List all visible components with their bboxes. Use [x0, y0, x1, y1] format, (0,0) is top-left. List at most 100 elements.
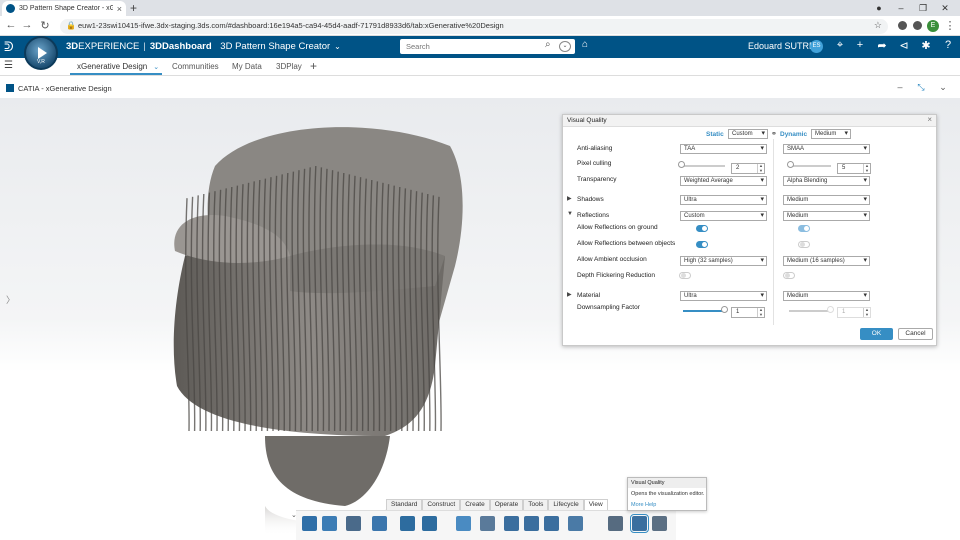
redo-icon[interactable] [422, 516, 437, 531]
section-tab-construct[interactable]: Construct [422, 499, 461, 510]
home-icon[interactable] [302, 516, 317, 531]
dynamic-preset-select[interactable]: Medium [811, 129, 851, 139]
search-input[interactable] [400, 39, 540, 54]
app-title[interactable]: 3D Pattern Shape Creator [220, 41, 330, 52]
fit-all-icon[interactable] [544, 516, 559, 531]
reflections-dynamic-select[interactable]: Medium [783, 211, 870, 221]
spinner-arrows-icon[interactable]: ▲ ▼ [863, 163, 870, 173]
new-tab-button[interactable]: + [130, 0, 137, 16]
3d-view-icon[interactable] [322, 516, 337, 531]
spinner-arrows-icon[interactable]: ▲ ▼ [757, 307, 764, 317]
refresh-icon[interactable] [372, 516, 387, 531]
plus-icon[interactable]: + [852, 39, 868, 51]
3ds-logo-icon[interactable]: ᕲ [4, 39, 14, 55]
transparency-static-select[interactable]: Weighted Average [680, 176, 767, 186]
tab-my-data[interactable]: My Data [232, 62, 262, 71]
reflections-static-select[interactable]: Custom [680, 211, 767, 221]
forward-icon[interactable]: → [20, 19, 34, 31]
close-window-button[interactable]: ✕ [934, 0, 956, 16]
compass-icon[interactable]: V,R [24, 36, 58, 70]
ambient-occlusion-dynamic-select[interactable]: Medium (16 samples) [783, 256, 870, 266]
pixel-culling-static-spinner[interactable]: 2 ▲ ▼ [731, 163, 765, 174]
collab-icon[interactable]: ⊲ [896, 39, 912, 52]
section-tab-view[interactable]: View [583, 499, 608, 510]
visual-quality-icon[interactable] [630, 514, 649, 533]
capture-icon[interactable] [456, 516, 471, 531]
app-dropdown-icon[interactable]: ⌄ [334, 42, 341, 51]
tools-icon[interactable]: ✱ [918, 39, 934, 52]
help-icon[interactable]: ? [940, 39, 956, 51]
depth-flickering-static-toggle[interactable] [679, 272, 691, 279]
url-bar[interactable]: 🔒 euw1-23swi10415-ifwe.3dx-staging.3ds.c… [60, 19, 888, 34]
add-tab-button[interactable]: + [310, 59, 317, 73]
material-dynamic-select[interactable]: Medium [783, 291, 870, 301]
pixel-culling-static-thumb[interactable] [678, 161, 685, 168]
render-icon[interactable] [608, 516, 623, 531]
url-text[interactable]: euw1-23swi10415-ifwe.3dx-staging.3ds.com… [78, 21, 504, 30]
section-tab-standard[interactable]: Standard [386, 499, 423, 510]
reload-icon[interactable]: ↻ [38, 19, 52, 32]
pan-icon[interactable] [524, 516, 539, 531]
bell-icon[interactable]: ⌖ [832, 39, 848, 52]
static-preset-select[interactable]: Custom [728, 129, 768, 139]
cancel-button[interactable]: Cancel [898, 328, 933, 340]
ok-button[interactable]: OK [860, 328, 893, 340]
extension-icon[interactable] [898, 21, 907, 30]
tab-close-icon[interactable]: × [117, 4, 122, 14]
material-expand-icon[interactable]: ▶ [567, 291, 572, 298]
section-tab-lifecycle[interactable]: Lifecycle [548, 499, 584, 510]
dashboard-menu-icon[interactable]: ☰ [4, 60, 13, 71]
chair-model[interactable] [115, 106, 475, 536]
downsampling-static-spinner[interactable]: 1 ▲ ▼ [731, 307, 765, 318]
view-mode-icon[interactable] [568, 516, 583, 531]
tab-xgenerative-design[interactable]: xGenerative Design ⌄ [77, 62, 159, 71]
transparency-dynamic-select[interactable]: Alpha Blending [783, 176, 870, 186]
reflections-collapse-icon[interactable]: ▼ [567, 211, 573, 217]
pixel-culling-dynamic-slider[interactable] [789, 165, 831, 167]
side-panel-toggle-icon[interactable]: 〉 [6, 293, 15, 306]
pixel-culling-dynamic-spinner[interactable]: 5 ▲ ▼ [837, 163, 871, 174]
reflections-objects-static-toggle[interactable] [696, 241, 708, 248]
material-static-select[interactable]: Ultra [680, 291, 767, 301]
minimize-button[interactable]: – [890, 0, 912, 16]
section-tab-create[interactable]: Create [460, 499, 490, 510]
search-options-icon[interactable]: ⌄ [559, 41, 571, 52]
tab-options-icon[interactable]: ⌄ [153, 64, 159, 71]
ambient-occlusion-static-select[interactable]: High (32 samples) [680, 256, 767, 266]
shadows-expand-icon[interactable]: ▶ [567, 195, 572, 202]
depth-flickering-dynamic-toggle[interactable] [783, 272, 795, 279]
minimize-widget-icon[interactable]: – [893, 82, 907, 92]
bookmark-star-icon[interactable]: ☆ [874, 20, 882, 31]
browser-menu-icon[interactable]: ⋮ [943, 19, 957, 32]
search-field[interactable]: ⌕ ⌄ [400, 39, 575, 54]
shadows-static-select[interactable]: Ultra [680, 195, 767, 205]
restore-button[interactable]: ❐ [912, 0, 934, 16]
pixel-culling-static-slider[interactable] [683, 165, 725, 167]
puzzle-icon[interactable] [913, 21, 922, 30]
dialog-close-icon[interactable]: × [927, 115, 932, 124]
downsampling-static-slider[interactable] [683, 310, 725, 312]
search-icon[interactable]: ⌕ [545, 39, 551, 50]
record-icon[interactable]: ● [868, 0, 890, 16]
save-icon[interactable] [346, 516, 361, 531]
reflections-objects-dynamic-toggle[interactable] [798, 241, 810, 248]
pixel-culling-dynamic-thumb[interactable] [787, 161, 794, 168]
antialiasing-static-select[interactable]: TAA [680, 144, 767, 154]
shadows-dynamic-select[interactable]: Medium [783, 195, 870, 205]
profile-avatar[interactable]: E [927, 20, 939, 32]
user-name[interactable]: Edouard SUTRE [748, 41, 815, 51]
zoom-icon[interactable] [504, 516, 519, 531]
reflections-ground-static-toggle[interactable] [696, 225, 708, 232]
ambience-icon[interactable] [652, 516, 667, 531]
antialiasing-dynamic-select[interactable]: SMAA [783, 144, 870, 154]
section-tab-tools[interactable]: Tools [523, 499, 549, 510]
share-icon[interactable]: ➦ [874, 39, 890, 52]
tag-icon[interactable]: ⌂ [582, 39, 588, 50]
reflections-ground-dynamic-toggle[interactable] [798, 225, 810, 232]
tab-communities[interactable]: Communities [172, 62, 219, 71]
browser-tab[interactable]: 3D Pattern Shape Creator - xGen × [2, 1, 126, 16]
section-tab-operate[interactable]: Operate [489, 499, 524, 510]
downsampling-static-thumb[interactable] [721, 306, 728, 313]
undo-icon[interactable] [400, 516, 415, 531]
widget-more-icon[interactable]: ⌄ [936, 82, 950, 93]
